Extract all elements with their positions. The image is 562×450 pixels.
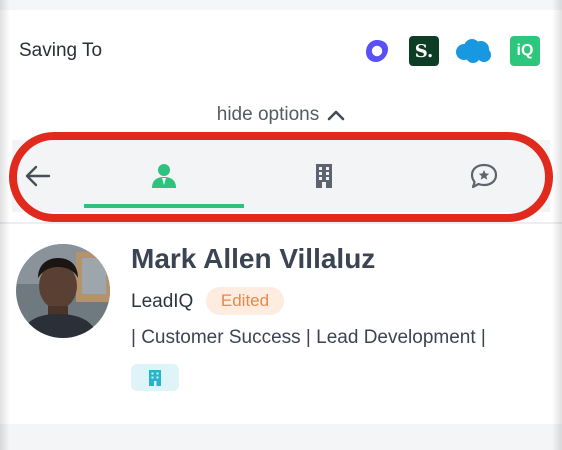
salesforce-icon[interactable] — [453, 36, 493, 66]
person-icon — [152, 164, 176, 188]
tab-company[interactable] — [244, 140, 404, 212]
salesloft-icon[interactable]: S. — [409, 36, 439, 66]
hide-options-label: hide options — [216, 104, 320, 125]
chat-star-icon — [470, 163, 498, 189]
bottom-strip — [0, 424, 562, 450]
hide-options-toggle[interactable]: hide options — [0, 100, 562, 130]
leadiq-letters: iQ — [516, 42, 534, 59]
saving-to-label: Saving To — [19, 40, 103, 61]
leadiq-icon[interactable]: iQ — [510, 36, 540, 66]
company-chip[interactable] — [131, 364, 179, 391]
tab-contact[interactable] — [84, 140, 244, 212]
building-icon — [316, 164, 332, 188]
right-edge-shadow — [552, 0, 562, 450]
back-arrow-icon — [25, 165, 51, 187]
company-link[interactable]: LeadIQ — [131, 291, 193, 313]
tab-notes[interactable] — [404, 140, 562, 212]
contact-name: Mark Allen Villaluz — [131, 243, 376, 274]
saving-to-row: Saving To S. iQ — [0, 22, 562, 78]
back-button[interactable] — [12, 140, 62, 212]
top-strip — [0, 0, 562, 10]
chevron-up-icon — [327, 110, 345, 121]
edited-badge: Edited — [206, 287, 284, 315]
tab-bar — [12, 140, 550, 212]
section-divider — [0, 222, 562, 224]
building-icon — [149, 369, 161, 386]
avatar — [16, 244, 110, 338]
job-title: | Customer Success | Lead Development | — [131, 327, 486, 348]
salesloft-letter: S. — [414, 40, 434, 62]
leadiq-panel: Saving To S. iQ hide options Mark Allen … — [0, 0, 562, 450]
outreach-icon[interactable] — [362, 36, 392, 66]
active-tab-indicator — [84, 204, 244, 208]
left-edge-shadow — [0, 0, 10, 450]
